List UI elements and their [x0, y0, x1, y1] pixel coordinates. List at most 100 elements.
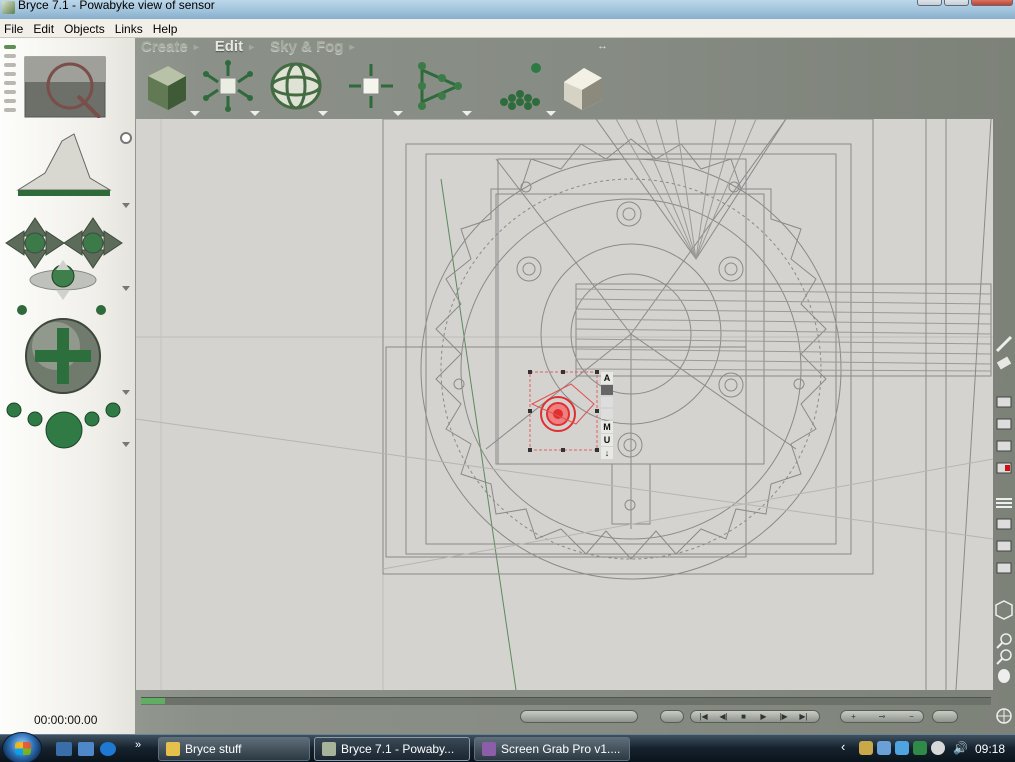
key-icon[interactable]: ⊸ — [871, 712, 893, 721]
render-mode-icon[interactable] — [996, 396, 1012, 408]
tab-create[interactable]: Create — [141, 38, 188, 58]
globe-icon[interactable] — [996, 708, 1012, 724]
tab-sky-arrow-icon: ▸ — [349, 42, 355, 53]
next-key-button[interactable]: |▶ — [777, 712, 790, 721]
security-icon[interactable] — [913, 741, 927, 755]
quick-launch-more-icon[interactable]: » — [135, 739, 141, 751]
object-family-icon[interactable] — [601, 385, 613, 395]
playback-controls: |◀ ◀| ■ ▶ |▶ ▶| — [690, 710, 820, 723]
layer-list-icon[interactable] — [996, 498, 1012, 508]
align-icon[interactable] — [414, 60, 472, 116]
window-title: Bryce 7.1 - Powabyke view of sensor — [18, 0, 215, 12]
randomize-icon[interactable] — [498, 60, 556, 116]
material-lab-icon[interactable] — [142, 60, 200, 116]
eraser-icon[interactable] — [996, 356, 1012, 370]
pan-camera-icon[interactable] — [29, 260, 97, 300]
show-desktop-icon[interactable] — [56, 742, 72, 756]
tray-expand-icon[interactable]: ‹ — [841, 739, 845, 754]
timeline-start-marker[interactable] — [141, 698, 165, 704]
material-editor-button[interactable]: M — [601, 421, 613, 433]
left-controls-art — [4, 45, 132, 449]
selection-palette-icon[interactable] — [996, 562, 1012, 574]
window-controls — [917, 0, 1013, 6]
start-button[interactable] — [2, 732, 42, 762]
spheres-dropdown-icon[interactable] — [122, 442, 130, 447]
tray-app-icon[interactable] — [859, 741, 873, 755]
play-button[interactable]: ▶ — [757, 712, 770, 721]
paint-brush-icon[interactable] — [995, 335, 1013, 353]
menu-bar: File Edit Objects Links Help — [0, 19, 1015, 38]
reposition-icon[interactable] — [345, 60, 403, 116]
wireframe-scene — [136, 119, 993, 690]
power-icon[interactable] — [931, 741, 945, 755]
3d-viewport[interactable]: A M U ↓ — [136, 119, 993, 690]
tab-create-arrow-icon: ▸ — [193, 42, 199, 53]
object-attributes-button[interactable]: A — [601, 372, 613, 384]
previous-key-button[interactable]: ◀| — [717, 712, 730, 721]
terrain-edit-icon[interactable] — [560, 60, 612, 112]
volume-icon[interactable]: 🔊 — [953, 741, 968, 755]
camera-mode-dropdown-icon[interactable] — [122, 286, 130, 291]
palette-tabs: Create ▸ Edit ▸ Sky & Fog ▸ — [141, 38, 365, 58]
pan-hand-icon[interactable] — [998, 669, 1010, 683]
background-icon[interactable] — [996, 518, 1012, 530]
trackball-dropdown-icon[interactable] — [122, 390, 130, 395]
network-icon[interactable] — [877, 741, 891, 755]
rewind-to-start-button[interactable]: |◀ — [697, 712, 710, 721]
internet-explorer-icon[interactable] — [100, 742, 116, 756]
menu-file[interactable]: File — [0, 19, 29, 37]
minimize-button[interactable] — [917, 0, 942, 6]
nano-preview-thumbnail[interactable] — [24, 56, 106, 124]
rotate-icon[interactable] — [270, 60, 328, 116]
task-bryce-app[interactable]: Bryce 7.1 - Powaby... — [314, 737, 470, 761]
system-tray: ‹ 🔊 09:18 — [835, 735, 1015, 762]
task-bryce-stuff[interactable]: Bryce stuff — [158, 737, 310, 761]
terrain-view-dropdown-icon[interactable] — [122, 203, 130, 208]
timecode-display: 00:00:00.00 — [34, 713, 98, 727]
object-target-icon[interactable] — [601, 409, 613, 419]
tab-edit[interactable]: Edit — [215, 38, 243, 58]
screen-grab-icon — [482, 742, 496, 756]
task-screen-grab[interactable]: Screen Grab Pro v1.... — [474, 737, 630, 761]
add-keyframe-button[interactable]: + — [847, 712, 860, 721]
zoom-out-icon[interactable] — [996, 649, 1012, 665]
maximize-button[interactable] — [944, 0, 969, 6]
terrain-view-icon[interactable] — [16, 133, 112, 196]
menu-links[interactable]: Links — [111, 19, 149, 37]
dropbox-icon[interactable] — [895, 741, 909, 755]
menu-help[interactable]: Help — [149, 19, 184, 37]
cube-view-icon[interactable] — [995, 600, 1013, 620]
view-list-icon[interactable] — [4, 45, 16, 112]
memory-dots-control[interactable] — [520, 710, 638, 723]
plop-render-icon[interactable] — [996, 540, 1012, 552]
trackball-sphere-icon[interactable] — [25, 318, 101, 394]
resize-icon[interactable] — [202, 60, 260, 116]
taskbar: » Bryce stuff Bryce 7.1 - Powaby... Scre… — [0, 732, 1015, 762]
object-link-icon[interactable] — [601, 397, 613, 407]
camera-position-spheres[interactable] — [6, 402, 121, 449]
land-object-icon[interactable]: ↓ — [601, 447, 613, 459]
camera-trackball-icon[interactable] — [5, 217, 123, 269]
go-to-end-button[interactable]: ▶| — [797, 712, 810, 721]
unity-editor-button[interactable]: U — [601, 434, 613, 446]
preview-toggle-icon[interactable] — [120, 132, 132, 144]
shaded-mode-icon[interactable] — [996, 440, 1012, 452]
switch-windows-icon[interactable] — [78, 742, 94, 756]
remove-keyframe-button[interactable]: − — [905, 712, 918, 721]
tab-sky-fog[interactable]: Sky & Fog — [270, 38, 343, 58]
keyframe-controls: + ⊸ − — [840, 710, 924, 723]
bryce-task-icon — [322, 742, 336, 756]
tab-edit-arrow-icon: ▸ — [249, 42, 255, 53]
stop-button[interactable]: ■ — [737, 712, 750, 721]
animation-timeline[interactable] — [141, 697, 991, 705]
animation-options-button[interactable] — [932, 710, 958, 723]
keyframe-toggle-button[interactable] — [660, 710, 684, 723]
close-button[interactable] — [971, 0, 1013, 6]
selected-sensor-object[interactable] — [528, 370, 599, 452]
clock[interactable]: 09:18 — [975, 742, 1005, 756]
wireframe-mode-icon[interactable] — [996, 418, 1012, 430]
menu-objects[interactable]: Objects — [60, 19, 111, 37]
menu-edit[interactable]: Edit — [29, 19, 60, 37]
palette-resize-icon[interactable]: ↔ — [597, 40, 608, 52]
zoom-in-icon[interactable] — [996, 633, 1012, 649]
